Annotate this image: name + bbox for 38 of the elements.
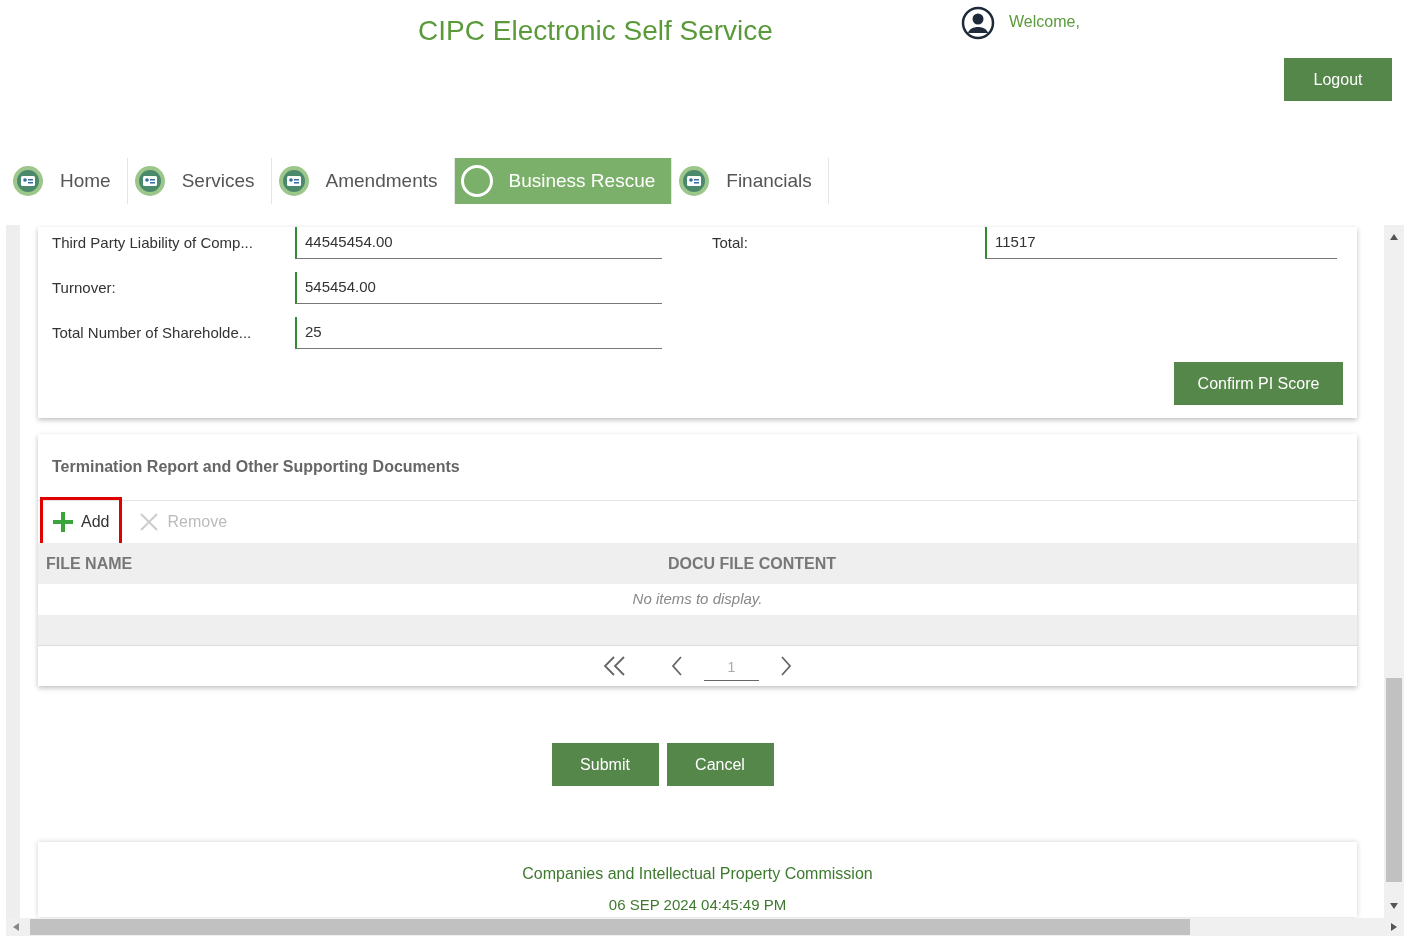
text-field[interactable]: 11517 <box>985 227 1337 259</box>
scrollbar-thumb[interactable] <box>30 919 1190 935</box>
cancel-button[interactable]: Cancel <box>666 743 774 786</box>
horizontal-scrollbar[interactable] <box>6 918 1404 936</box>
scrollbar-thumb[interactable] <box>1386 678 1402 882</box>
vertical-scrollbar[interactable] <box>1384 225 1404 918</box>
text-field[interactable]: 25 <box>295 317 662 349</box>
column-header: FILE NAME <box>45 553 134 574</box>
next-page-icon[interactable] <box>779 655 793 677</box>
field-label: Turnover: <box>52 277 117 298</box>
id-card-icon <box>12 165 44 197</box>
welcome-text: Welcome, <box>1009 12 1080 32</box>
field-label: Total: <box>712 232 749 253</box>
scroll-left-icon[interactable] <box>12 922 20 932</box>
user-avatar-icon <box>961 6 995 40</box>
first-page-icon[interactable] <box>602 655 628 677</box>
panel-title: Termination Report and Other Supporting Documents <box>52 457 460 477</box>
submit-button[interactable]: Submit <box>551 743 659 786</box>
site-title: CIPC Electronic Self Service <box>418 14 773 48</box>
close-icon <box>139 512 160 532</box>
logout-button[interactable]: Logout <box>1284 58 1392 101</box>
footer-date: 06 SEP 2024 04:45:49 PM <box>608 895 787 915</box>
id-card-icon <box>678 165 711 197</box>
previous-page-icon[interactable] <box>670 655 684 677</box>
empty-message: No items to display. <box>632 589 763 610</box>
footer-organization: Companies and Intellectual Property Commission <box>522 864 873 884</box>
plus-icon <box>53 512 73 532</box>
confirm-pi-score-button[interactable]: Confirm PI Score <box>1174 362 1343 405</box>
id-card-icon <box>277 165 310 197</box>
field-label: Total Number of Shareholde... <box>52 322 253 343</box>
scroll-right-icon[interactable] <box>1390 922 1398 932</box>
field-label: Third Party Liability of Comp... <box>52 232 254 253</box>
column-header: DOCU FILE CONTENT <box>668 553 836 574</box>
id-card-icon <box>133 165 166 197</box>
text-field[interactable]: 545454.00 <box>295 272 662 304</box>
scroll-down-icon[interactable] <box>1389 902 1399 910</box>
text-field[interactable]: 44545454.00 <box>295 227 662 259</box>
scroll-up-icon[interactable] <box>1389 233 1399 241</box>
